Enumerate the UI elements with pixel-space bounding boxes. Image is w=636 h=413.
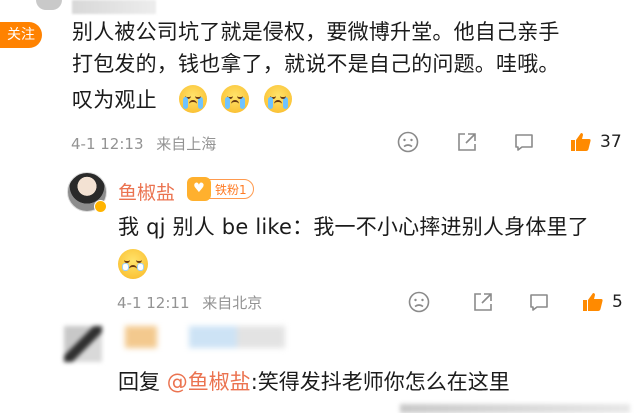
share-icon[interactable] [472,291,494,313]
comment-line-3: 叹为观止 [72,84,627,116]
verified-badge-icon [94,200,107,213]
reply-prefix: 回复 [118,370,160,394]
reply-timestamp: 4-1 12:11 [117,294,190,312]
comment-location: 来自上海 [156,135,217,153]
comment-icon[interactable] [528,291,550,313]
fan-badge: ♥ 铁粉1 [187,177,254,201]
comment-line-3-text: 叹为观止 [72,88,157,112]
follow-button[interactable]: 关注 [0,22,42,48]
share-icon[interactable] [456,131,478,153]
dislike-icon[interactable] [408,291,430,313]
blurred-avatar [64,326,102,362]
reply-meta: 4-1 12:11 来自北京 [117,292,262,313]
crying-emoji-icon [178,85,207,113]
comment-icon[interactable] [513,131,535,153]
like-icon[interactable] [581,290,605,314]
comment-line-1: 别人被公司坑了就是侵权，要微博升堂。他自己亲手 [72,20,560,44]
comment-line-2: 打包发的，钱也拿了，就说不是自己的问题。哇哦。 [72,52,560,76]
dislike-icon[interactable] [397,131,419,153]
blurred-username [125,326,285,348]
fan-badge-label: 铁粉1 [215,183,247,197]
comment-body: 别人被公司坑了就是侵权，要微博升堂。他自己亲手 打包发的，钱也拿了，就说不是自己… [72,16,627,116]
comment-meta: 4-1 12:13 来自上海 [71,133,216,154]
reply-body: 我 qj 别人 be like：我一不小心摔进别人身体里了 [118,215,589,239]
like-count: 5 [612,292,623,312]
like-count: 37 [600,132,622,152]
reply-text: :笑得发抖老师你怎么在这里 [250,370,510,394]
pleading-emoji-icon [118,249,148,279]
mention-link[interactable]: @鱼椒盐 [167,370,251,394]
crying-emoji-icon [264,85,293,113]
previous-avatar-fragment [36,0,62,10]
reply-body: 回复 @鱼椒盐:笑得发抖老师你怎么在这里 [118,366,510,396]
reply-location: 来自北京 [202,294,263,312]
previous-name-fragment [72,0,156,14]
crying-emoji-icon [221,85,250,113]
like-icon[interactable] [569,130,593,154]
next-meta-fragment [400,404,630,413]
reply-username[interactable]: 鱼椒盐 [118,178,175,205]
fan-heart-icon: ♥ [187,177,211,201]
comment-timestamp: 4-1 12:13 [71,135,144,153]
